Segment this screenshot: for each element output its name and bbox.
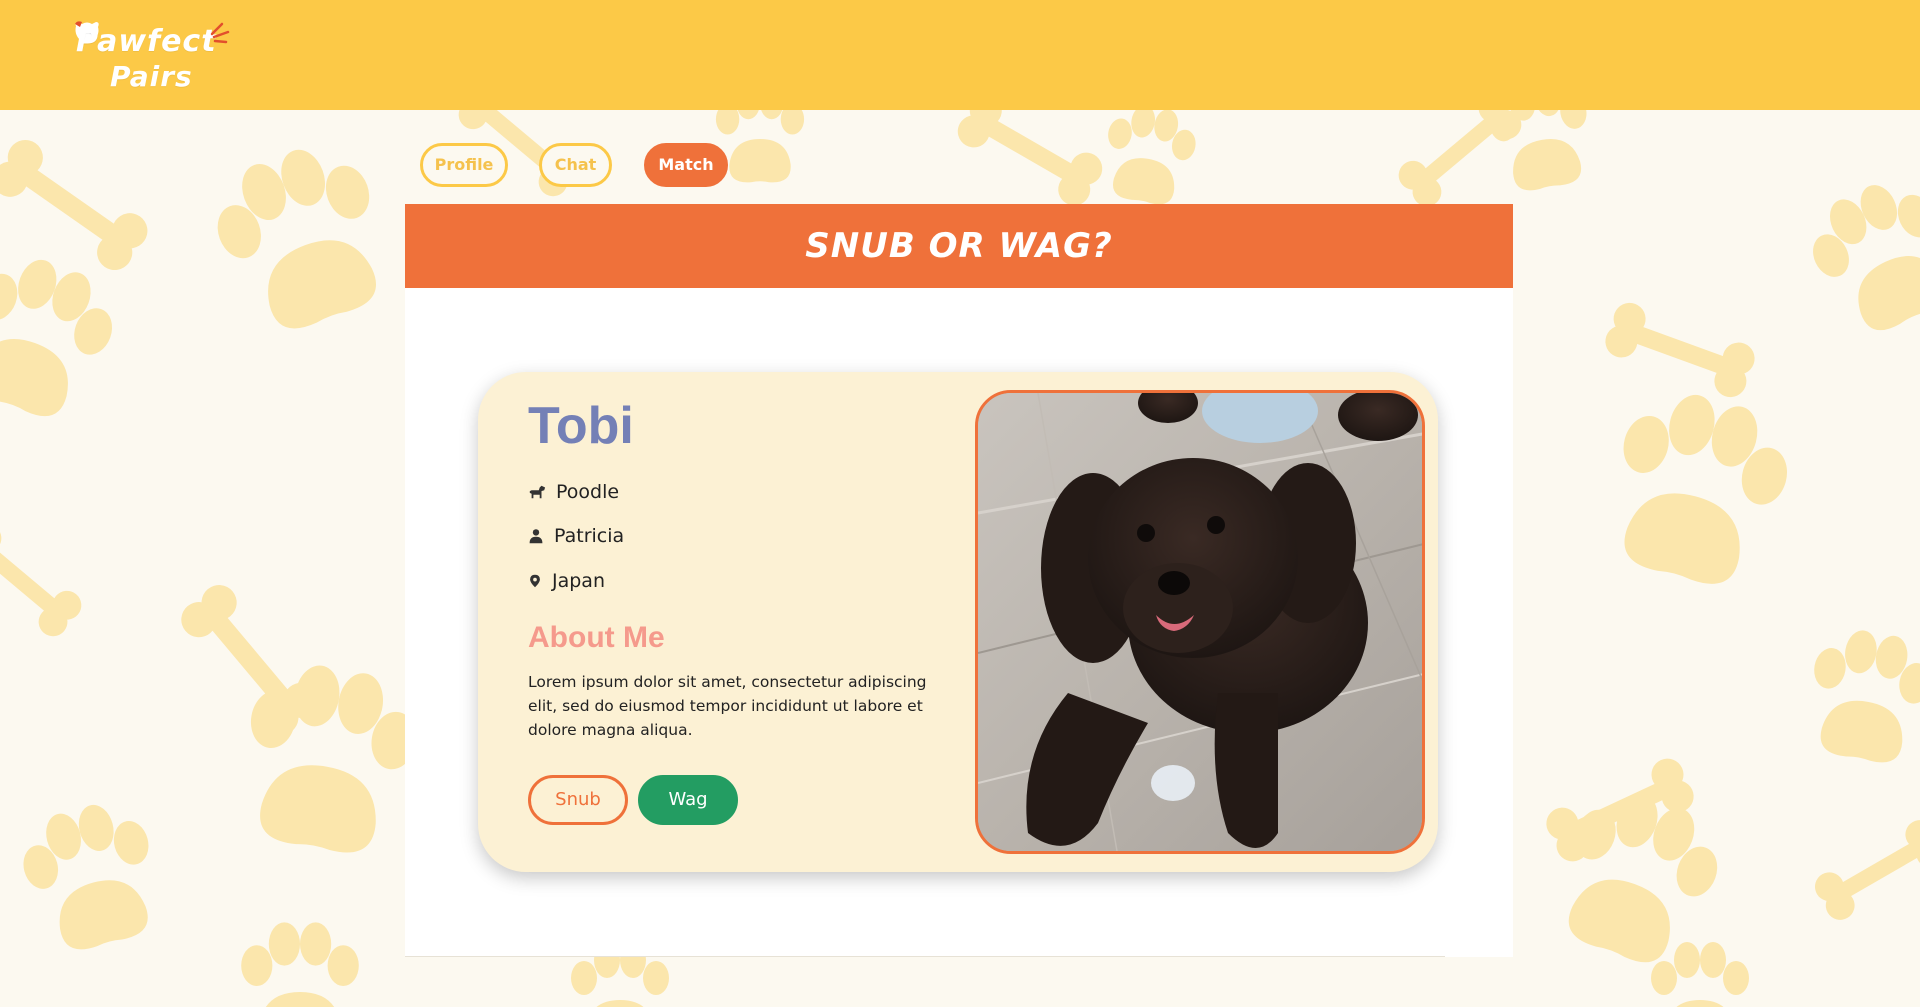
wag-button[interactable]: Wag [638,775,738,825]
logo[interactable]: Pawfect Pairs [72,18,232,94]
poodle-illustration [978,393,1422,851]
app-header: Pawfect Pairs [0,0,1920,110]
paw-print-icon [715,110,805,183]
tab-match[interactable]: Match [644,143,728,187]
paw-print-icon [1813,185,1920,331]
paw-print-icon [241,922,359,1007]
match-panel: Snub or Wag? Tobi Poodle Patricia Japan … [405,204,1513,957]
profile-card: Tobi Poodle Patricia Japan About Me Lore… [478,372,1438,872]
bone-icon [181,585,319,735]
bone-icon [0,523,82,637]
sparkle-icon [210,22,230,44]
breed-row: Poodle [528,478,619,506]
owner-row: Patricia [528,522,624,550]
dog-icon [529,485,546,499]
panel-divider [405,956,1445,957]
panel-header: Snub or Wag? [405,204,1513,288]
pet-photo [975,390,1425,854]
paw-print-icon [23,804,149,950]
paw-print-icon [1623,394,1788,584]
bone-icon [1398,110,1522,207]
paw-print-icon [1814,630,1920,763]
logo-text-line-2: Pairs [110,60,193,93]
about-title: About Me [528,621,665,654]
bone-icon [1605,302,1755,398]
breed-text: Poodle [556,481,620,503]
bone-icon [1814,820,1920,920]
location-text: Japan [552,570,605,592]
owner-text: Patricia [554,525,625,547]
snub-button[interactable]: Snub [528,775,628,825]
map-pin-icon [530,574,540,588]
page-title: Snub or Wag? [805,226,1113,266]
pet-name: Tobi [528,397,634,455]
tab-profile[interactable]: Profile [420,143,508,187]
paw-print-icon [1651,942,1749,1007]
paw-print-icon [1108,110,1196,205]
paw-print-icon [0,259,113,417]
tab-chat[interactable]: Chat [539,143,612,187]
bone-icon [0,139,148,271]
user-icon [529,529,543,544]
about-text: Lorem ipsum dolor sit amet, consectetur … [528,673,927,739]
paw-print-icon [217,149,376,329]
logo-text-line-1: Pawfect [76,24,217,59]
location-row: Japan [528,567,605,595]
bone-icon [957,110,1103,206]
